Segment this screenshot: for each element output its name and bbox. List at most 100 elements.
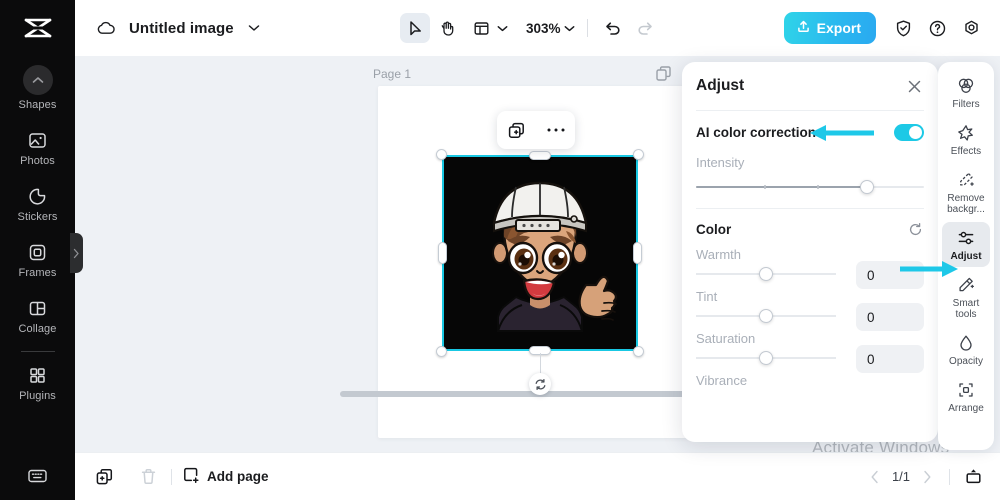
hand-tool-button[interactable] [432,13,462,43]
right-rail-item-adjust[interactable]: Adjust [942,222,990,267]
document-title[interactable]: Untitled image [129,20,234,37]
help-question-icon[interactable] [922,13,952,43]
sidebar-item-label: Plugins [19,390,56,402]
redo-button[interactable] [630,13,660,43]
slider-fill [696,186,867,188]
right-rail-item-arrange[interactable]: Arrange [942,374,990,419]
chevron-up-icon[interactable] [22,65,53,95]
sticker-icon [27,185,49,207]
rotate-stem [540,353,541,375]
resize-handle-top[interactable] [529,151,551,160]
sidebar-item-frames[interactable]: Frames [0,232,75,288]
shield-check-icon[interactable] [888,13,918,43]
select-tool-button[interactable] [400,13,430,43]
resize-handle-bottom-left[interactable] [436,346,447,357]
right-rail-label: Effects [950,146,982,157]
vibrance-label: Vibrance [696,373,748,388]
selected-image[interactable] [442,155,638,351]
reset-icon[interactable] [906,220,924,238]
saturation-slider[interactable] [696,347,836,369]
filters-icon [956,76,976,96]
settings-gear-icon[interactable] [956,13,986,43]
duplicate-page-button[interactable] [91,464,117,490]
bottombar-divider [949,468,950,485]
warmth-slider-knob[interactable] [759,267,773,281]
photo-icon [27,129,49,151]
resize-handle-left[interactable] [438,242,447,264]
saturation-slider-knob[interactable] [759,351,773,365]
warmth-slider[interactable] [696,263,836,285]
sidebar-divider [20,351,55,352]
sidebar-item-photos[interactable]: Photos [0,120,75,176]
right-rail-item-opacity[interactable]: Opacity [942,327,990,372]
layout-panel-icon[interactable] [466,13,496,43]
resize-handle-top-left[interactable] [436,149,447,160]
chevron-down-icon[interactable] [246,20,262,36]
duplicate-page-icon[interactable] [655,65,673,83]
capcut-logo[interactable] [0,0,75,56]
sidebar-item-stickers[interactable]: Stickers [0,176,75,232]
plugins-grid-icon [27,364,49,386]
right-rail-item-filters[interactable]: Filters [942,70,990,115]
export-button[interactable]: Export [783,12,876,44]
chevron-right-icon[interactable] [915,465,939,489]
undo-button[interactable] [598,13,628,43]
vibrance-control: Vibrance [696,373,924,389]
warmth-value-input[interactable] [856,261,924,289]
adjust-sliders-icon [956,228,976,248]
keyboard-shortcuts-button[interactable] [0,455,75,500]
chevron-down-icon[interactable] [564,19,575,37]
add-page-label: Add page [207,469,269,484]
adjust-panel: Adjust AI color correction Intensity Col… [682,62,938,442]
duplicate-icon[interactable] [504,117,530,143]
slider-tick [816,185,819,189]
right-rail-label: Opacity [949,356,983,367]
resize-handle-top-right[interactable] [633,149,644,160]
close-icon[interactable] [904,76,924,96]
arrange-icon [956,380,976,400]
intensity-slider-knob[interactable] [860,180,874,194]
right-rail-item-effects[interactable]: Effects [942,117,990,162]
color-section-title: Color [696,221,732,237]
chevron-down-icon[interactable] [497,19,508,37]
selected-image-wrapper[interactable] [436,149,644,395]
zoom-control[interactable]: 303% [522,19,577,37]
tint-slider-knob[interactable] [759,309,773,323]
present-screen-icon[interactable] [960,464,986,490]
tint-slider[interactable] [696,305,836,327]
saturation-value-input[interactable] [856,345,924,373]
layout-tool-button[interactable] [464,13,510,43]
top-toolbar: Untitled image 303% Export [75,0,1000,56]
sidebar-item-collage[interactable]: Collage [0,288,75,344]
resize-handle-bottom-right[interactable] [633,346,644,357]
opacity-drop-icon [956,333,976,353]
right-rail-item-remove-background[interactable]: Remove backgr... [942,164,990,220]
color-section: Color Warmth 0 Tint 0 Saturation 0 Vibra… [682,211,938,389]
resize-handle-right[interactable] [633,242,642,264]
ai-color-correction-label: AI color correction [696,124,817,140]
sidebar-item-label: Photos [20,155,55,167]
rotate-icon[interactable] [529,373,551,395]
sidebar-item-plugins[interactable]: Plugins [0,355,75,411]
selection-floating-toolbar [497,111,575,149]
chevron-left-icon[interactable] [863,465,887,489]
right-rail-item-smart-tools[interactable]: Smart tools [942,269,990,325]
ai-color-correction-row: AI color correction Intensity [682,111,938,200]
adjust-panel-header: Adjust [682,62,938,110]
remove-background-icon [956,170,976,190]
intensity-slider[interactable] [696,174,924,200]
sidebar-item-label: Frames [18,267,57,279]
add-page-button[interactable]: Add page [182,466,269,487]
delete-page-button[interactable] [135,464,161,490]
canvas-tools-group: 303% [400,13,660,43]
saturation-control: Saturation [696,331,924,373]
cloud-icon[interactable] [95,17,117,39]
ai-color-correction-toggle[interactable] [894,123,924,141]
right-rail-label: Adjust [950,251,982,262]
sidebar-collapse-toggle[interactable] [70,233,83,273]
panel-divider [696,208,924,209]
sidebar-item-shapes[interactable]: Shapes [0,56,75,120]
tint-value-input[interactable] [856,303,924,331]
ellipsis-icon[interactable] [543,117,569,143]
warmth-label: Warmth [696,247,742,262]
